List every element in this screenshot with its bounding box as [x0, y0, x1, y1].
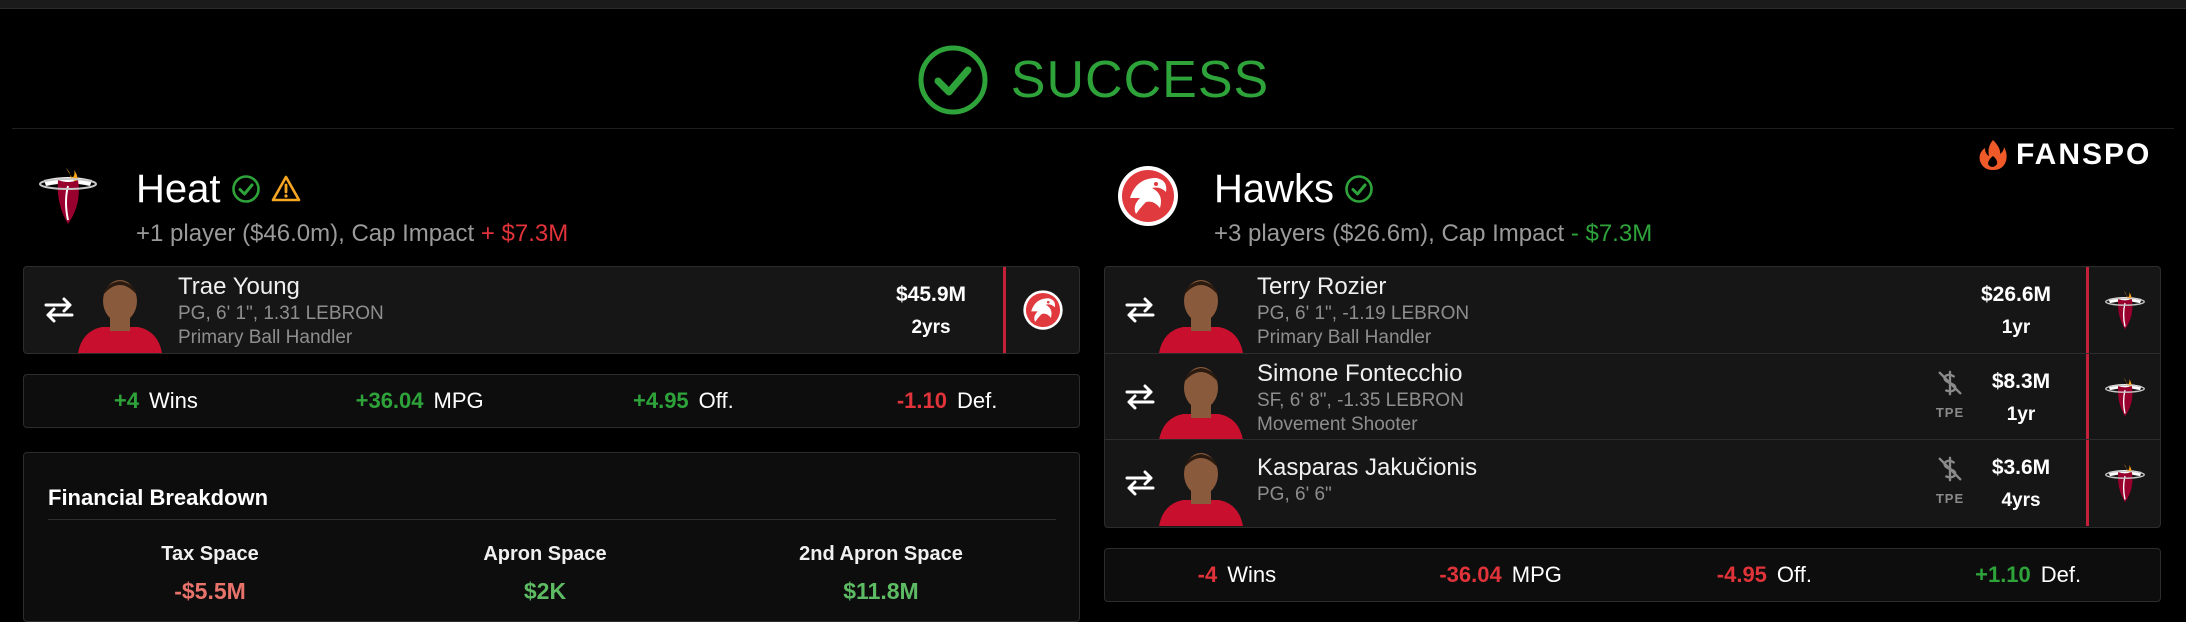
stat-wins: +4 Wins [113, 388, 198, 413]
tpe-label: TPE [1935, 491, 1965, 506]
team-header-heat: Heat +1 player ($46.0m), Cap Impact + $7… [36, 164, 568, 248]
salary: $3.6M [1991, 456, 2051, 479]
origin-team [2086, 267, 2160, 353]
salary: $26.6M [1980, 283, 2052, 306]
cap-impact: + $7.3M [480, 220, 569, 247]
player-role: Primary Ball Handler [1257, 327, 1432, 348]
swap-icon[interactable] [1123, 382, 1157, 412]
check-circle-icon[interactable] [1344, 174, 1374, 204]
tpe-label: TPE [1935, 405, 1965, 420]
player-row[interactable]: Simone Fontecchio SF, 6' 8", -1.35 LEBRO… [1105, 353, 2160, 440]
stat-mpg: -36.04 MPG [1439, 562, 1562, 587]
status-text: SUCCESS [1010, 51, 1270, 109]
impact-stats-heat: +4 Wins +36.04 MPG +4.95 Off. -1.10 Def. [23, 374, 1080, 428]
team-header-hawks: Hawks +3 players ($26.6m), Cap Impact - … [1116, 164, 1652, 248]
player-contract: $26.6M 1yr [1971, 283, 2061, 339]
player-name[interactable]: Kasparas Jakučionis [1257, 454, 1477, 482]
player-name[interactable]: Simone Fontecchio [1257, 360, 1464, 388]
salary: $8.3M [1991, 370, 2051, 393]
stat-def: +1.10 Def. [1975, 562, 2082, 587]
stat-wins: -4 Wins [1197, 562, 1277, 587]
player-name[interactable]: Terry Rozier [1257, 273, 1469, 301]
tpe-indicator[interactable]: TPE [1930, 454, 1970, 506]
warning-icon[interactable] [271, 174, 301, 204]
swap-icon[interactable] [1123, 295, 1157, 325]
brand-name: FANSPO [2016, 138, 2152, 171]
player-contract: $8.3M 1yr [1981, 370, 2061, 426]
heat-logo-icon [2103, 375, 2147, 419]
team-subtitle: +1 player ($46.0m), Cap Impact + $7.3M [136, 220, 569, 247]
divider [12, 128, 2174, 129]
window-top-bar [0, 0, 2186, 9]
contract-years: 4yrs [2001, 490, 2041, 511]
divider [48, 519, 1056, 520]
player-name[interactable]: Trae Young [178, 273, 384, 301]
incoming-players-hawks: Terry Rozier PG, 6' 1", -1.19 LEBRON Pri… [1104, 266, 2161, 528]
origin-team [2086, 354, 2160, 440]
origin-team [2086, 440, 2160, 526]
player-headshot [1153, 271, 1249, 353]
hawks-logo-icon [1116, 164, 1180, 228]
apron-space: Apron Space $2K [483, 543, 607, 604]
no-dollar-icon [1935, 454, 1965, 484]
swap-icon[interactable] [42, 295, 76, 325]
heat-logo-icon [36, 164, 100, 228]
stat-mpg: +36.04 MPG [355, 388, 484, 413]
player-details: SF, 6' 8", -1.35 LEBRON [1257, 390, 1464, 411]
trade-status: SUCCESS [0, 40, 2186, 120]
check-circle-icon[interactable] [231, 174, 261, 204]
stat-def: -1.10 Def. [896, 388, 998, 413]
origin-team [1003, 267, 1079, 353]
team-name: Heat [136, 166, 221, 211]
player-details: PG, 6' 1", 1.31 LEBRON [178, 303, 384, 324]
second-apron-space: 2nd Apron Space $11.8M [799, 543, 963, 604]
player-headshot [1153, 358, 1249, 440]
player-details: PG, 6' 6" [1257, 484, 1332, 505]
player-contract: $3.6M 4yrs [1981, 456, 2061, 512]
player-role: Movement Shooter [1257, 414, 1418, 435]
player-row[interactable]: Terry Rozier PG, 6' 1", -1.19 LEBRON Pri… [1105, 267, 2160, 353]
player-row[interactable]: Kasparas Jakučionis PG, 6' 6" TPE $3.6M … [1105, 439, 2160, 526]
cap-impact: - $7.3M [1570, 220, 1653, 247]
section-title: Financial Breakdown [48, 485, 269, 510]
check-circle-icon [918, 45, 988, 115]
contract-years: 1yr [2001, 317, 2031, 338]
impact-stats-hawks: -4 Wins -36.04 MPG -4.95 Off. +1.10 Def. [1104, 548, 2161, 602]
tax-space: Tax Space -$5.5M [161, 543, 259, 604]
tpe-indicator[interactable]: TPE [1930, 368, 1970, 420]
stat-off: +4.95 Off. [633, 388, 734, 413]
team-name: Hawks [1214, 166, 1335, 211]
team-subtitle: +3 players ($26.6m), Cap Impact - $7.3M [1214, 220, 1653, 247]
heat-logo-icon [2103, 461, 2147, 505]
no-dollar-icon [1935, 368, 1965, 398]
incoming-players-heat: Trae Young PG, 6' 1", 1.31 LEBRON Primar… [23, 266, 1080, 354]
hawks-logo-icon [1022, 289, 1064, 331]
player-row[interactable]: Trae Young PG, 6' 1", 1.31 LEBRON Primar… [24, 267, 1079, 353]
stat-off: -4.95 Off. [1716, 562, 1812, 587]
contract-years: 1yr [2006, 404, 2036, 425]
player-role: Primary Ball Handler [178, 327, 353, 348]
contract-years: 2yrs [911, 317, 951, 338]
flame-icon [1979, 140, 2007, 170]
player-contract: $45.9M 2yrs [886, 283, 976, 339]
fanspo-logo[interactable]: FANSPO [1978, 138, 2151, 172]
swap-icon[interactable] [1123, 468, 1157, 498]
financial-breakdown: Financial Breakdown Tax Space -$5.5M Apr… [23, 452, 1080, 622]
player-details: PG, 6' 1", -1.19 LEBRON [1257, 303, 1470, 324]
player-headshot [1153, 444, 1249, 526]
player-headshot [72, 271, 168, 353]
heat-logo-icon [2103, 288, 2147, 332]
salary: $45.9M [895, 283, 967, 306]
